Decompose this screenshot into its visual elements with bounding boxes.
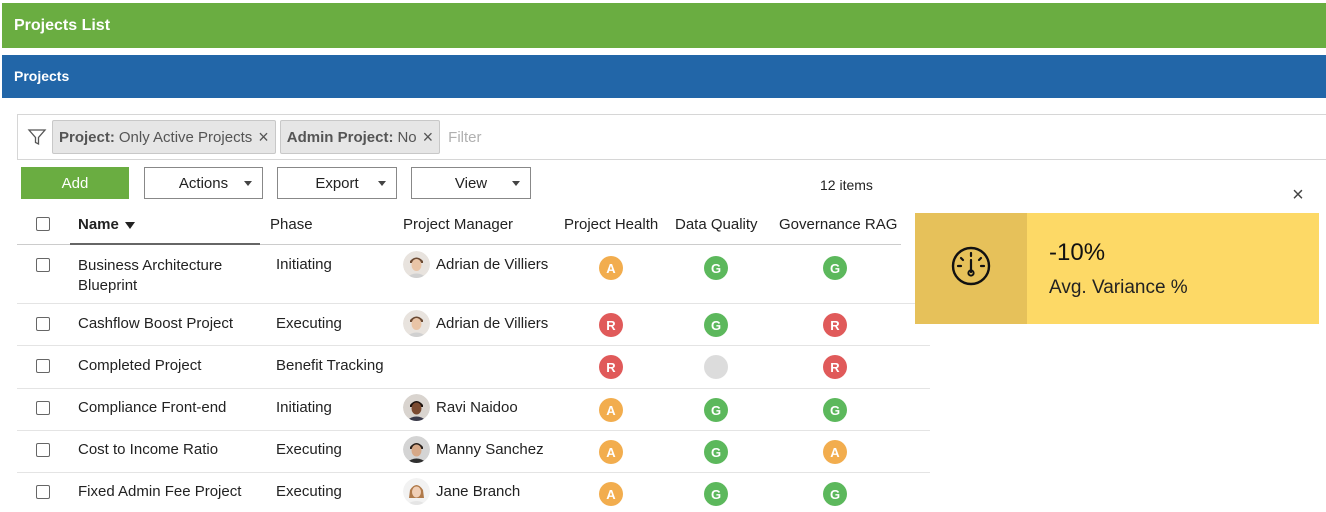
column-header-quality[interactable]: Data Quality xyxy=(675,216,758,233)
projects-table: Name Phase Project Manager Project Healt… xyxy=(17,207,930,511)
data-quality-badge: G xyxy=(704,440,728,464)
manager-cell: Ravi Naidoo xyxy=(436,399,518,416)
kpi-label: Avg. Variance % xyxy=(1049,277,1188,298)
table-row[interactable]: Cost to Income Ratio Executing Manny San… xyxy=(17,431,930,473)
project-health-badge: R xyxy=(599,355,623,379)
row-checkbox[interactable] xyxy=(36,443,50,457)
caret-down-icon xyxy=(244,181,252,186)
filter-chip-project: Project: Only Active Projects × xyxy=(52,120,276,154)
filter-chip-value: Only Active Projects xyxy=(118,128,253,146)
gauge-icon xyxy=(950,245,992,292)
sort-down-icon xyxy=(124,221,135,229)
governance-badge: G xyxy=(823,398,847,422)
export-label: Export xyxy=(315,174,359,192)
table-row[interactable]: Completed Project Benefit Tracking R R xyxy=(17,346,930,389)
governance-badge: G xyxy=(823,482,847,506)
phase-cell: Executing xyxy=(276,315,342,332)
governance-badge: R xyxy=(823,355,847,379)
filter-bar: Project: Only Active Projects × Admin Pr… xyxy=(17,114,1326,160)
row-checkbox[interactable] xyxy=(36,317,50,331)
row-checkbox[interactable] xyxy=(36,359,50,373)
project-name-link[interactable]: Compliance Front-end xyxy=(78,399,226,416)
project-name-line: Blueprint xyxy=(78,277,138,294)
column-header-health[interactable]: Project Health xyxy=(564,216,658,233)
filter-icon[interactable] xyxy=(26,126,48,148)
table-row[interactable]: Compliance Front-end Initiating Ravi Nai… xyxy=(17,389,930,431)
select-all-checkbox[interactable] xyxy=(36,217,50,231)
page-header: Projects List xyxy=(2,3,1326,48)
section-title: Projects xyxy=(14,68,70,84)
kpi-icon-area xyxy=(915,213,1027,324)
data-quality-badge: G xyxy=(704,398,728,422)
data-quality-badge xyxy=(704,355,728,379)
manager-cell: Jane Branch xyxy=(436,483,521,500)
kpi-value: -10% xyxy=(1049,239,1106,266)
filter-chip-admin-project: Admin Project: No × xyxy=(279,120,441,154)
actions-dropdown[interactable]: Actions xyxy=(144,167,263,199)
project-name-link[interactable]: Fixed Admin Fee Project xyxy=(78,483,241,500)
column-header-phase[interactable]: Phase xyxy=(270,216,313,233)
close-icon[interactable]: × xyxy=(1288,185,1308,205)
phase-cell: Initiating xyxy=(276,256,332,273)
phase-cell: Initiating xyxy=(276,399,332,416)
item-count: 12 items xyxy=(820,177,873,193)
filter-chip-value: No xyxy=(397,128,417,146)
project-health-badge: A xyxy=(599,440,623,464)
project-health-badge: A xyxy=(599,256,623,280)
table-header: Name Phase Project Manager Project Healt… xyxy=(17,207,901,245)
project-name-line: Business Architecture xyxy=(78,257,223,274)
avatar xyxy=(403,478,430,505)
column-header-label: Name xyxy=(78,216,119,233)
project-name-link[interactable]: Business Architecture Blueprint xyxy=(78,256,222,296)
close-icon[interactable]: × xyxy=(258,128,269,146)
page-title: Projects List xyxy=(14,17,111,34)
row-checkbox[interactable] xyxy=(36,258,50,272)
project-name-link[interactable]: Completed Project xyxy=(78,357,201,374)
column-header-name[interactable]: Name xyxy=(78,216,135,233)
avatar xyxy=(403,310,430,337)
kpi-card: -10% Avg. Variance % xyxy=(915,213,1319,324)
row-checkbox[interactable] xyxy=(36,485,50,499)
column-header-governance[interactable]: Governance RAG xyxy=(779,216,897,233)
filter-input[interactable] xyxy=(448,128,749,146)
data-quality-badge: G xyxy=(704,313,728,337)
avatar xyxy=(403,436,430,463)
phase-cell: Benefit Tracking xyxy=(276,357,384,374)
project-name-link[interactable]: Cashflow Boost Project xyxy=(78,315,233,332)
close-icon[interactable]: × xyxy=(423,128,434,146)
actions-label: Actions xyxy=(178,174,229,192)
section-header: Projects xyxy=(2,55,1326,98)
filter-chip-key: Admin Project: xyxy=(286,128,394,146)
table-row[interactable]: Business Architecture Blueprint Initiatin… xyxy=(17,245,930,304)
data-quality-badge: G xyxy=(704,482,728,506)
add-button[interactable]: Add xyxy=(21,167,129,199)
column-header-manager[interactable]: Project Manager xyxy=(403,216,513,233)
manager-cell: Adrian de Villiers xyxy=(436,315,549,332)
export-dropdown[interactable]: Export xyxy=(277,167,397,199)
governance-badge: A xyxy=(823,440,847,464)
table-row[interactable]: Fixed Admin Fee Project Executing Jane B… xyxy=(17,473,930,511)
caret-down-icon xyxy=(378,181,386,186)
avatar xyxy=(403,251,430,278)
manager-cell: Adrian de Villiers xyxy=(436,256,549,273)
project-health-badge: A xyxy=(599,398,623,422)
row-checkbox[interactable] xyxy=(36,401,50,415)
view-label: View xyxy=(454,174,488,192)
avatar xyxy=(403,394,430,421)
data-quality-badge: G xyxy=(704,256,728,280)
phase-cell: Executing xyxy=(276,483,342,500)
kpi-text: -10% Avg. Variance % xyxy=(1027,213,1188,324)
governance-badge: R xyxy=(823,313,847,337)
project-health-badge: A xyxy=(599,482,623,506)
manager-cell: Manny Sanchez xyxy=(436,441,544,458)
table-row[interactable]: Cashflow Boost Project Executing Adrian … xyxy=(17,304,930,346)
phase-cell: Executing xyxy=(276,441,342,458)
governance-badge: G xyxy=(823,256,847,280)
project-name-link[interactable]: Cost to Income Ratio xyxy=(78,441,218,458)
view-dropdown[interactable]: View xyxy=(411,167,531,199)
filter-chip-key: Project: xyxy=(59,128,115,146)
project-health-badge: R xyxy=(599,313,623,337)
caret-down-icon xyxy=(512,181,520,186)
